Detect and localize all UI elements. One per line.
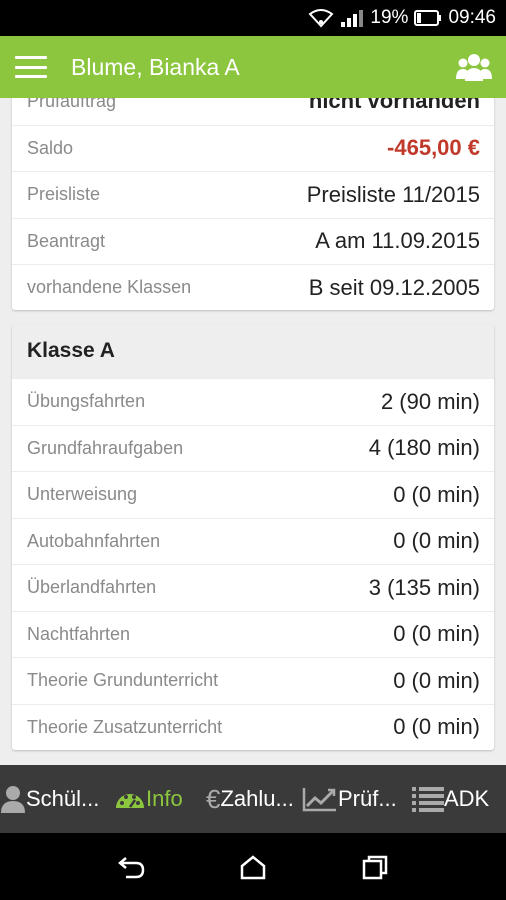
row-label: vorhandene Klassen <box>27 277 192 298</box>
trend-chart-icon <box>302 788 336 812</box>
home-icon[interactable] <box>238 854 268 880</box>
battery-percent: 19% <box>370 7 409 28</box>
row-label: Übungsfahrten <box>27 391 146 412</box>
table-row: Unterweisung 0 (0 min) <box>12 471 494 518</box>
row-value: 0 (0 min) <box>393 528 480 554</box>
group-icon[interactable] <box>456 51 492 83</box>
row-label: Saldo <box>27 137 74 158</box>
row-label: Theorie Zusatzunterricht <box>27 716 223 737</box>
tab-info[interactable]: Info <box>104 765 194 833</box>
row-label: Theorie Grundunterricht <box>27 670 219 691</box>
signal-icon <box>340 8 364 28</box>
recent-apps-icon[interactable] <box>360 854 390 880</box>
page-title: Blume, Bianka A <box>71 53 240 80</box>
info-card: Prüfauftrag nicht vorhanden Saldo -465,0… <box>12 98 494 310</box>
row-value: 0 (0 min) <box>393 481 480 507</box>
row-value: 3 (135 min) <box>368 574 480 600</box>
tab-pruefungen[interactable]: Prüf... <box>298 765 402 833</box>
table-row: Theorie Grundunterricht 0 (0 min) <box>12 657 494 704</box>
clock: 09:46 <box>448 7 496 28</box>
table-row: Überlandfahrten 3 (135 min) <box>12 564 494 611</box>
row-value: 2 (90 min) <box>380 388 480 414</box>
row-label: Beantragt <box>27 230 106 251</box>
tab-adk[interactable]: ADK <box>402 765 496 833</box>
table-row: Grundfahraufgaben 4 (180 min) <box>12 424 494 472</box>
content-area[interactable]: Prüfauftrag nicht vorhanden Saldo -465,0… <box>0 98 506 765</box>
system-nav-bar <box>0 833 506 900</box>
row-value: Preisliste 11/2015 <box>306 181 480 207</box>
table-row: Übungsfahrten 2 (90 min) <box>12 378 494 425</box>
row-value: 0 (0 min) <box>393 621 480 647</box>
klasse-header: Klasse A <box>12 324 494 378</box>
battery-icon <box>414 10 442 26</box>
status-bar: 19% 09:46 <box>0 0 506 36</box>
table-row: Autobahnfahrten 0 (0 min) <box>12 517 494 565</box>
klasse-card: Klasse A Übungsfahrten 2 (90 min) Grundf… <box>12 324 494 750</box>
tab-label: Info <box>146 786 183 811</box>
row-value: 0 (0 min) <box>393 667 480 693</box>
info-row-pruefauftrag: Prüfauftrag nicht vorhanden <box>12 98 494 125</box>
euro-icon: € <box>206 783 221 814</box>
row-value: 0 (0 min) <box>393 714 480 740</box>
tab-schueler[interactable]: Schül... <box>0 765 104 833</box>
table-row: Nachtfahrten 0 (0 min) <box>12 610 494 658</box>
tab-label: Schül... <box>26 786 100 811</box>
row-label: Überlandfahrten <box>27 577 157 598</box>
row-label: Grundfahraufgaben <box>27 437 184 458</box>
row-value: 4 (180 min) <box>368 435 480 461</box>
info-row-preisliste: Preisliste Preisliste 11/2015 <box>12 171 494 218</box>
row-value: -465,00 € <box>387 135 480 161</box>
row-label: Autobahnfahrten <box>27 530 161 551</box>
row-label: Nachtfahrten <box>27 623 131 644</box>
app-bar: Blume, Bianka A <box>0 36 506 98</box>
back-icon[interactable] <box>116 854 146 880</box>
bottom-nav: Schül... Info € Zahlu... Prüf... ADK <box>0 765 506 833</box>
table-row: Theorie Zusatzunterricht 0 (0 min) <box>12 703 494 751</box>
speedometer-icon <box>116 794 144 808</box>
row-value: B seit 09.12.2005 <box>308 274 480 300</box>
tab-label: ADK <box>444 786 490 811</box>
wifi-icon <box>308 8 334 28</box>
info-row-beantragt: Beantragt A am 11.09.2015 <box>12 217 494 265</box>
tab-label: Zahlu... <box>220 786 294 811</box>
row-label: Prüfauftrag <box>27 98 117 111</box>
info-row-klassen: vorhandene Klassen B seit 09.12.2005 <box>12 264 494 311</box>
person-icon <box>1 786 25 813</box>
info-row-saldo: Saldo -465,00 € <box>12 124 494 172</box>
row-value: nicht vorhanden <box>308 98 480 114</box>
row-label: Unterweisung <box>27 484 138 505</box>
menu-icon[interactable] <box>15 56 47 78</box>
row-value: A am 11.09.2015 <box>315 228 480 254</box>
list-icon <box>412 787 444 812</box>
row-label: Preisliste <box>27 184 101 205</box>
tab-zahlungen[interactable]: € Zahlu... <box>194 765 298 833</box>
tab-label: Prüf... <box>338 786 397 811</box>
